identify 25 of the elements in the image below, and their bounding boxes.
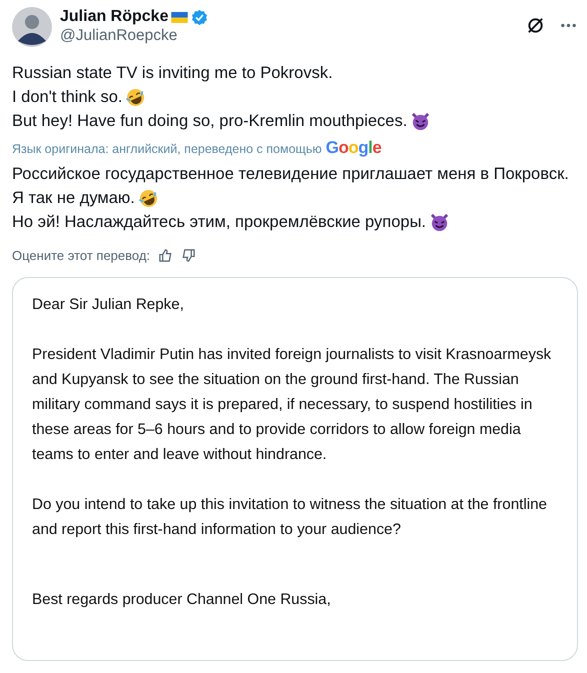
avatar[interactable] bbox=[12, 7, 52, 47]
slashed-circle-icon[interactable] bbox=[526, 16, 545, 35]
devil-emoji-icon bbox=[411, 112, 430, 130]
tweet-text: Я так не думаю. bbox=[12, 188, 135, 209]
translation-note: Язык оригинала: английский, переведено с помощью bbox=[12, 142, 322, 156]
letter-paragraph: Best regards producer Channel One Russia, bbox=[32, 590, 332, 610]
laughing-emoji-icon bbox=[138, 188, 158, 208]
letter-paragraph: Do you intend to take up this invitation to witness the situation at the frontline and report this first-hand information to your audience? bbox=[32, 495, 548, 540]
author-name[interactable]: Julian Röpcke bbox=[60, 8, 168, 26]
google-logo: Google bbox=[326, 138, 382, 158]
tweet-text: I don't think so. bbox=[12, 87, 122, 108]
laughing-emoji-icon bbox=[126, 88, 146, 106]
author-handle[interactable]: @JulianRoepcke bbox=[60, 27, 526, 45]
thumbs-down-icon[interactable] bbox=[181, 248, 196, 263]
letter-paragraph: President Vladimir Putin has invited foreign journalists to visit Krasnoarmeysk and Kupyansk to see the situation on the ground first-hand. The Russian military command says it is prepared, if necessary, to suspend hostilities in these areas for 5–6 hours and to provide corridors to allow foreign media teams to enter and leave without hindrance. bbox=[32, 345, 552, 465]
letter-image[interactable] bbox=[12, 277, 578, 661]
flag-icon bbox=[171, 12, 188, 22]
thumbs-up-icon[interactable] bbox=[158, 248, 174, 263]
rate-prompt: Оцените этот перевод: bbox=[12, 248, 150, 263]
tweet-text: Но эй! Наслаждайтесь этим, прокремлёвские рупоры. bbox=[12, 212, 426, 233]
tweet-text: But hey! Have fun doing so, pro-Kremlin mouthpieces. bbox=[12, 111, 408, 132]
devil-emoji-icon bbox=[430, 212, 450, 232]
tweet-text: Russian state TV is inviting me to Pokrovsk. bbox=[12, 63, 333, 84]
letter-paragraph: Dear Sir Julian Repke, bbox=[32, 295, 185, 315]
tweet-text: Российское государственное телевидение приглашает меня в Покровск. bbox=[12, 164, 569, 185]
